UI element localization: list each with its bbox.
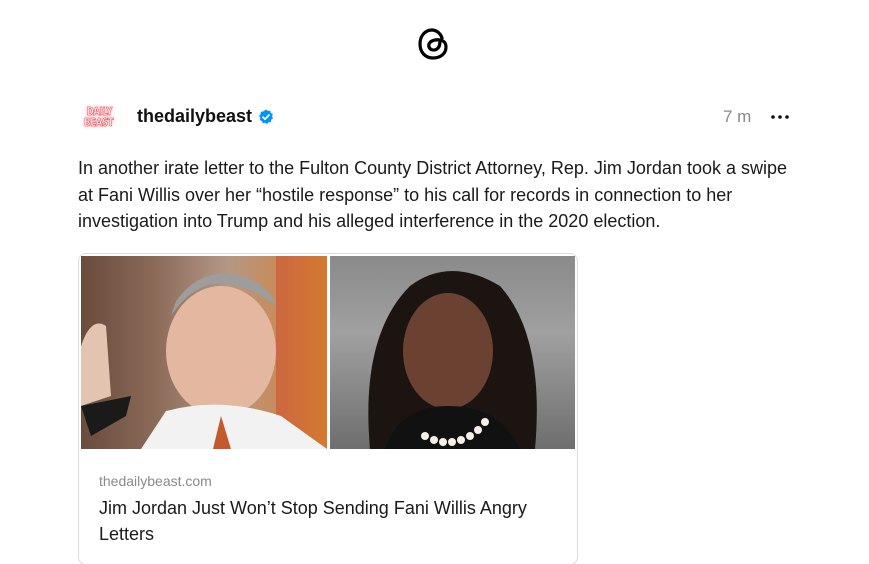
post-header: thedailybeast: [137, 106, 274, 127]
avatar[interactable]: DAILY BEAST: [80, 99, 118, 135]
link-preview-image-right: [330, 256, 575, 449]
link-preview-images: [81, 256, 575, 449]
link-preview-domain: thedailybeast.com: [99, 473, 212, 489]
verified-badge-icon: [259, 109, 274, 124]
link-preview-card[interactable]: thedailybeast.com Jim Jordan Just Won’t …: [78, 253, 578, 564]
avatar-line-2: BEAST: [84, 116, 114, 129]
post-timestamp: 7 m: [723, 107, 752, 126]
threads-logo-icon[interactable]: [416, 25, 452, 63]
username-link[interactable]: thedailybeast: [137, 106, 252, 127]
post-body-text: In another irate letter to the Fulton Co…: [78, 158, 788, 231]
link-preview-image-left: [81, 256, 327, 449]
threads-page: DAILY BEAST thedailybeast 7 m In another…: [0, 0, 869, 564]
link-preview-title[interactable]: Jim Jordan Just Won’t Stop Sending Fani …: [99, 495, 559, 547]
more-options-icon[interactable]: [770, 110, 790, 124]
